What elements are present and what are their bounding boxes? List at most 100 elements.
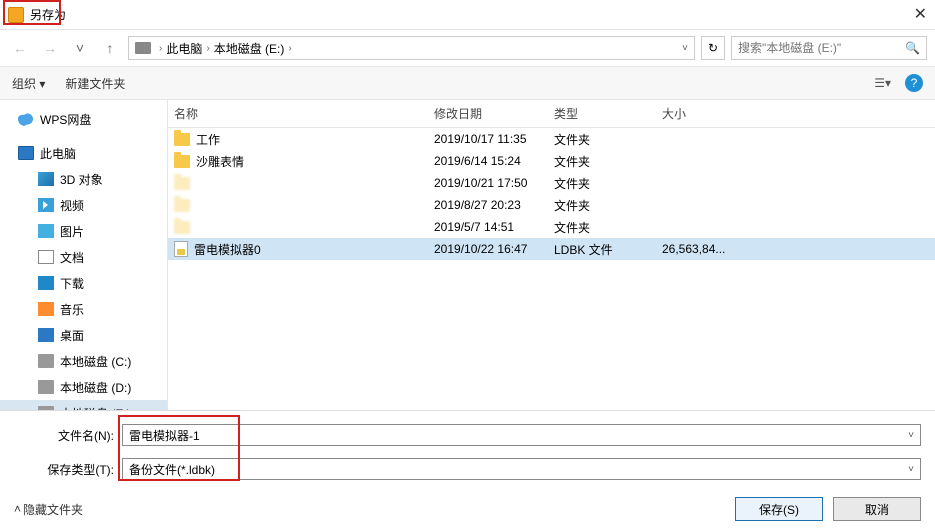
- footer: ˄ 隐藏文件夹 保存(S) 取消: [0, 489, 935, 529]
- sidebar-item-label: 文档: [60, 249, 84, 266]
- filename-label: 文件名(N):: [14, 427, 122, 444]
- sidebar-item[interactable]: 桌面: [0, 322, 167, 348]
- ic-dl-icon: [38, 276, 54, 290]
- chevron-down-icon[interactable]: ˅: [908, 464, 914, 475]
- search-input[interactable]: [738, 41, 905, 55]
- new-folder-button[interactable]: 新建文件夹: [65, 75, 125, 92]
- file-icon: [174, 241, 188, 257]
- close-icon[interactable]: ✕: [914, 4, 927, 24]
- file-list: 名称 修改日期 类型 大小 工作2019/10/17 11:35文件夹沙雕表情2…: [168, 100, 935, 410]
- table-row[interactable]: 工作 2019/10/17 11:35文件夹: [168, 128, 935, 150]
- table-row[interactable]: 沙雕表情2019/6/14 15:24文件夹: [168, 150, 935, 172]
- sidebar-item[interactable]: 视频: [0, 192, 167, 218]
- sidebar-item[interactable]: 本地磁盘 (E:): [0, 400, 167, 410]
- file-date: 2019/5/7 14:51: [428, 220, 548, 234]
- refresh-button[interactable]: ↻: [701, 36, 725, 60]
- sidebar-item-label: 此电脑: [40, 145, 76, 162]
- file-type: LDBK 文件: [548, 241, 656, 258]
- file-name: 沙雕表情: [196, 153, 244, 170]
- ic-pc-icon: [18, 146, 34, 160]
- file-size: 26,563,84...: [656, 242, 766, 256]
- file-date: 2019/10/17 11:35: [428, 132, 548, 146]
- table-row[interactable]: 雷电模拟器02019/10/22 16:47LDBK 文件26,563,84..…: [168, 238, 935, 260]
- sidebar-item[interactable]: 图片: [0, 218, 167, 244]
- folder-icon: [174, 133, 190, 146]
- chevron-down-icon[interactable]: ˅: [682, 43, 688, 54]
- save-button[interactable]: 保存(S): [735, 497, 823, 521]
- sidebar-item[interactable]: 音乐: [0, 296, 167, 322]
- sidebar-item[interactable]: 此电脑: [0, 140, 167, 166]
- column-date[interactable]: 修改日期: [428, 105, 548, 122]
- sidebar-item[interactable]: 3D 对象: [0, 166, 167, 192]
- title-bar: 另存为 ✕: [0, 0, 935, 30]
- file-type: 文件夹: [548, 153, 656, 170]
- ic-doc-icon: [38, 250, 54, 264]
- help-button[interactable]: ?: [905, 74, 923, 92]
- search-box[interactable]: 🔍: [731, 36, 927, 60]
- list-header: 名称 修改日期 类型 大小: [168, 100, 935, 128]
- window-title: 另存为: [30, 6, 66, 23]
- sidebar-item-label: 桌面: [60, 327, 84, 344]
- ic-drive-icon: [38, 380, 54, 394]
- table-row[interactable]: 2019/5/7 14:51文件夹: [168, 216, 935, 238]
- breadcrumb-sep: ›: [288, 43, 291, 54]
- list-body: 工作2019/10/17 11:35文件夹沙雕表情2019/6/14 15:24…: [168, 128, 935, 410]
- sidebar-item[interactable]: 下载: [0, 270, 167, 296]
- sidebar-item-label: 本地磁盘 (C:): [60, 353, 131, 370]
- ic-drive-icon: [38, 354, 54, 368]
- filetype-select[interactable]: 备份文件(*.ldbk) ˅: [122, 458, 921, 480]
- sidebar: WPS网盘此电脑 3D 对象视频图片文档下载音乐桌面本地磁盘 (C:) 本地磁盘 (…: [0, 100, 168, 410]
- table-row[interactable]: 2019/10/21 17:50文件夹: [168, 172, 935, 194]
- file-date: 2019/8/27 20:23: [428, 198, 548, 212]
- organize-button[interactable]: 组织 ▾: [12, 75, 45, 92]
- sidebar-item-label: 下载: [60, 275, 84, 292]
- hide-folders-button[interactable]: ˄ 隐藏文件夹: [14, 501, 83, 518]
- breadcrumb-sep: ›: [206, 43, 209, 54]
- folder-icon: [174, 155, 190, 168]
- search-icon[interactable]: 🔍: [905, 41, 920, 55]
- sidebar-item-label: 音乐: [60, 301, 84, 318]
- breadcrumb-sep: ›: [159, 43, 162, 54]
- column-name[interactable]: 名称: [168, 105, 428, 122]
- breadcrumb-this-pc[interactable]: 此电脑: [166, 40, 202, 57]
- sidebar-item[interactable]: 本地磁盘 (C:): [0, 348, 167, 374]
- chevron-down-icon: ▾: [885, 76, 891, 90]
- up-button[interactable]: ↑: [98, 36, 122, 60]
- sidebar-item-label: WPS网盘: [40, 111, 91, 128]
- forward-button[interactable]: →: [38, 36, 62, 60]
- filetype-label: 保存类型(T):: [14, 461, 122, 478]
- ic-cloud-icon: [18, 112, 34, 126]
- breadcrumb[interactable]: › 此电脑 › 本地磁盘 (E:) › ˅: [128, 36, 695, 60]
- file-type: 文件夹: [548, 175, 656, 192]
- chevron-down-icon[interactable]: ˅: [908, 430, 914, 441]
- sidebar-item-label: 本地磁盘 (D:): [60, 379, 131, 396]
- folder-icon: [174, 221, 190, 234]
- column-type[interactable]: 类型: [548, 105, 656, 122]
- save-fields: 文件名(N): 雷电模拟器-1 ˅ 保存类型(T): 备份文件(*.ldbk) …: [0, 410, 935, 483]
- file-type: 文件夹: [548, 219, 656, 236]
- file-date: 2019/10/21 17:50: [428, 176, 548, 190]
- sidebar-item[interactable]: 本地磁盘 (D:): [0, 374, 167, 400]
- column-size[interactable]: 大小: [656, 105, 766, 122]
- sidebar-item[interactable]: WPS网盘: [0, 106, 167, 132]
- sidebar-item-label: 图片: [60, 223, 84, 240]
- sidebar-item[interactable]: 文档: [0, 244, 167, 270]
- filename-value: 雷电模拟器-1: [129, 427, 200, 444]
- table-row[interactable]: 2019/8/27 20:23文件夹: [168, 194, 935, 216]
- caret-up-icon: ˄: [14, 502, 21, 516]
- chevron-down-icon: ▾: [39, 77, 45, 91]
- address-bar: ← → ˅ ↑ › 此电脑 › 本地磁盘 (E:) › ˅ ↻ 🔍: [0, 30, 935, 66]
- file-type: 文件夹: [548, 131, 656, 148]
- cancel-button[interactable]: 取消: [833, 497, 921, 521]
- folder-icon: [174, 177, 190, 190]
- ic-img-icon: [38, 224, 54, 238]
- history-dropdown[interactable]: ˅: [68, 36, 92, 60]
- back-button[interactable]: ←: [8, 36, 32, 60]
- sidebar-item-label: 视频: [60, 197, 84, 214]
- ic-vid-icon: [38, 198, 54, 212]
- view-mode-button[interactable]: ☰▾: [874, 76, 891, 90]
- breadcrumb-drive-e[interactable]: 本地磁盘 (E:): [214, 40, 285, 57]
- file-name: 雷电模拟器0: [194, 241, 261, 258]
- file-name: 工作: [196, 131, 220, 148]
- filename-input[interactable]: 雷电模拟器-1 ˅: [122, 424, 921, 446]
